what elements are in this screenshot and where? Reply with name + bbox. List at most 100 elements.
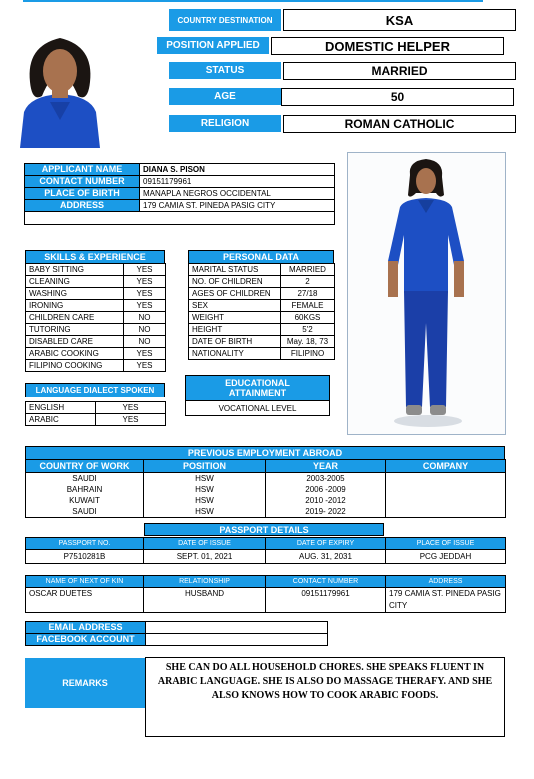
language-label: ARABIC <box>25 413 96 426</box>
employment-row-3-country: KUWAIT <box>25 495 144 506</box>
personal-row: SEX FEMALE <box>188 299 335 312</box>
kin-header-name: NAME OF NEXT OF KIN <box>25 575 144 588</box>
employment-row-1-year: 2003-2005 <box>265 472 386 484</box>
facebook-label: FACEBOOK ACCOUNT <box>25 633 146 646</box>
personal-row: HEIGHT 5'2 <box>188 323 335 336</box>
religion-label: RELIGION <box>169 115 281 132</box>
personal-label: MARITAL STATUS <box>188 263 281 276</box>
kin-address: 179 CAMIA ST. PINEDA PASIG CITY <box>385 587 506 613</box>
personal-label: SEX <box>188 299 281 312</box>
personal-value: FILIPINO <box>280 347 335 360</box>
skill-label: BABY SITTING <box>25 263 124 276</box>
position-applied-value: DOMESTIC HELPER <box>271 37 504 55</box>
employment-row-1-position: HSW <box>143 472 266 484</box>
language-title: LANGUAGE DIALECT SPOKEN <box>25 383 165 397</box>
language-value: YES <box>95 401 166 414</box>
status-label: STATUS <box>169 62 281 79</box>
employment-row-2-country: BAHRAIN <box>25 484 144 495</box>
passport-header-number: PASSPORT NO. <box>25 537 144 550</box>
age-label: AGE <box>169 88 281 105</box>
contact-number-label: CONTACT NUMBER <box>24 175 140 188</box>
personal-label: AGES OF CHILDREN <box>188 287 281 300</box>
passport-header-expiry: DATE OF EXPIRY <box>265 537 386 550</box>
kin-header-address: ADDRESS <box>385 575 506 588</box>
address-label: ADDRESS <box>24 199 140 212</box>
email-value <box>145 621 328 634</box>
kin-header-contact: CONTACT NUMBER <box>265 575 386 588</box>
position-applied-label: POSITION APPLIED <box>157 37 269 54</box>
personal-row: WEIGHT 60KGS <box>188 311 335 324</box>
passport-header-issue: DATE OF ISSUE <box>143 537 266 550</box>
status-value: MARRIED <box>283 62 516 80</box>
passport-number: P7510281B <box>25 549 144 564</box>
portrait-photo <box>0 16 120 148</box>
language-table: LANGUAGE DIALECT SPOKEN ENGLISH YES ARABIC… <box>25 383 166 426</box>
passport-table: PASSPORT NO. DATE OF ISSUE DATE OF EXPIR… <box>25 537 506 564</box>
skill-value: NO <box>123 323 166 336</box>
skill-value: NO <box>123 335 166 348</box>
personal-row: AGES OF CHILDREN 27/18 <box>188 287 335 300</box>
full-body-photo <box>347 152 506 435</box>
skill-value: NO <box>123 311 166 324</box>
passport-title: PASSPORT DETAILS <box>144 523 384 536</box>
online-contacts: EMAIL ADDRESS FACEBOOK ACCOUNT <box>25 621 328 646</box>
facebook-value <box>145 633 328 646</box>
education-title: EDUCATIONAL ATTAINMENT <box>185 375 330 400</box>
employment-row-4-position: HSW <box>143 506 266 518</box>
employment-header-position: POSITION <box>143 459 266 473</box>
personal-table: PERSONAL DATA MARITAL STATUS MARRIED NO. O… <box>188 250 335 360</box>
personal-value: May. 18, 73 <box>280 335 335 348</box>
remarks-text: SHE CAN DO ALL HOUSEHOLD CHORES. SHE SPE… <box>145 657 505 737</box>
kin-name: OSCAR DUETES <box>25 587 144 613</box>
address: 179 CAMIA ST. PINEDA PASIG CITY <box>139 199 335 212</box>
skill-row: WASHING YES <box>25 287 166 300</box>
skill-row: CLEANING YES <box>25 275 166 288</box>
language-row: ENGLISH YES <box>25 401 166 414</box>
language-row: ARABIC YES <box>25 413 166 426</box>
skill-label: DISABLED CARE <box>25 335 124 348</box>
applicant-name-label: APPLICANT NAME <box>24 163 140 176</box>
country-destination-value: KSA <box>283 9 516 31</box>
employment-header-year: YEAR <box>265 459 386 473</box>
remarks-label: REMARKS <box>25 658 145 708</box>
top-rule <box>23 0 483 2</box>
personal-label: NO. OF CHILDREN <box>188 275 281 288</box>
country-destination-label: COUNTRY DESTINATION <box>169 9 281 31</box>
skill-value: YES <box>123 287 166 300</box>
personal-label: NATIONALITY <box>188 347 281 360</box>
employment-header-country: COUNTRY OF WORK <box>25 459 144 473</box>
personal-row: NO. OF CHILDREN 2 <box>188 275 335 288</box>
applicant-name: DIANA S. PISON <box>139 163 335 176</box>
personal-title: PERSONAL DATA <box>188 250 334 263</box>
personal-label: DATE OF BIRTH <box>188 335 281 348</box>
skill-label: IRONING <box>25 299 124 312</box>
age-value: 50 <box>281 88 514 106</box>
blank-row <box>24 211 335 225</box>
skill-row: ARABIC COOKING YES <box>25 347 166 360</box>
personal-value: 2 <box>280 275 335 288</box>
contact-number: 09151179961 <box>139 175 335 188</box>
employment-row-3-position: HSW <box>143 495 266 506</box>
kin-header-relationship: RELATIONSHIP <box>143 575 266 588</box>
skill-row: CHILDREN CARE NO <box>25 311 166 324</box>
employment-row-4-country: SAUDI <box>25 506 144 518</box>
employment-header-company: COMPANY <box>385 459 506 473</box>
kin-relationship: HUSBAND <box>143 587 266 613</box>
personal-row: DATE OF BIRTH May. 18, 73 <box>188 335 335 348</box>
skill-value: YES <box>123 263 166 276</box>
passport-header-place: PLACE OF ISSUE <box>385 537 506 550</box>
email-label: EMAIL ADDRESS <box>25 621 146 634</box>
personal-row: NATIONALITY FILIPINO <box>188 347 335 360</box>
personal-row: MARITAL STATUS MARRIED <box>188 263 335 276</box>
skills-table: SKILLS & EXPERIENCE BABY SITTING YES CLEAN… <box>25 250 166 372</box>
passport-issue-date: SEPT. 01, 2021 <box>143 549 266 564</box>
skill-label: ARABIC COOKING <box>25 347 124 360</box>
skill-value: YES <box>123 347 166 360</box>
skill-value: YES <box>123 359 166 372</box>
education-block: EDUCATIONAL ATTAINMENT VOCATIONAL LEVEL <box>185 375 330 416</box>
employment-title: PREVIOUS EMPLOYMENT ABROAD <box>25 446 505 459</box>
personal-value: FEMALE <box>280 299 335 312</box>
personal-value: 60KGS <box>280 311 335 324</box>
skill-row: DISABLED CARE NO <box>25 335 166 348</box>
language-label: ENGLISH <box>25 401 96 414</box>
